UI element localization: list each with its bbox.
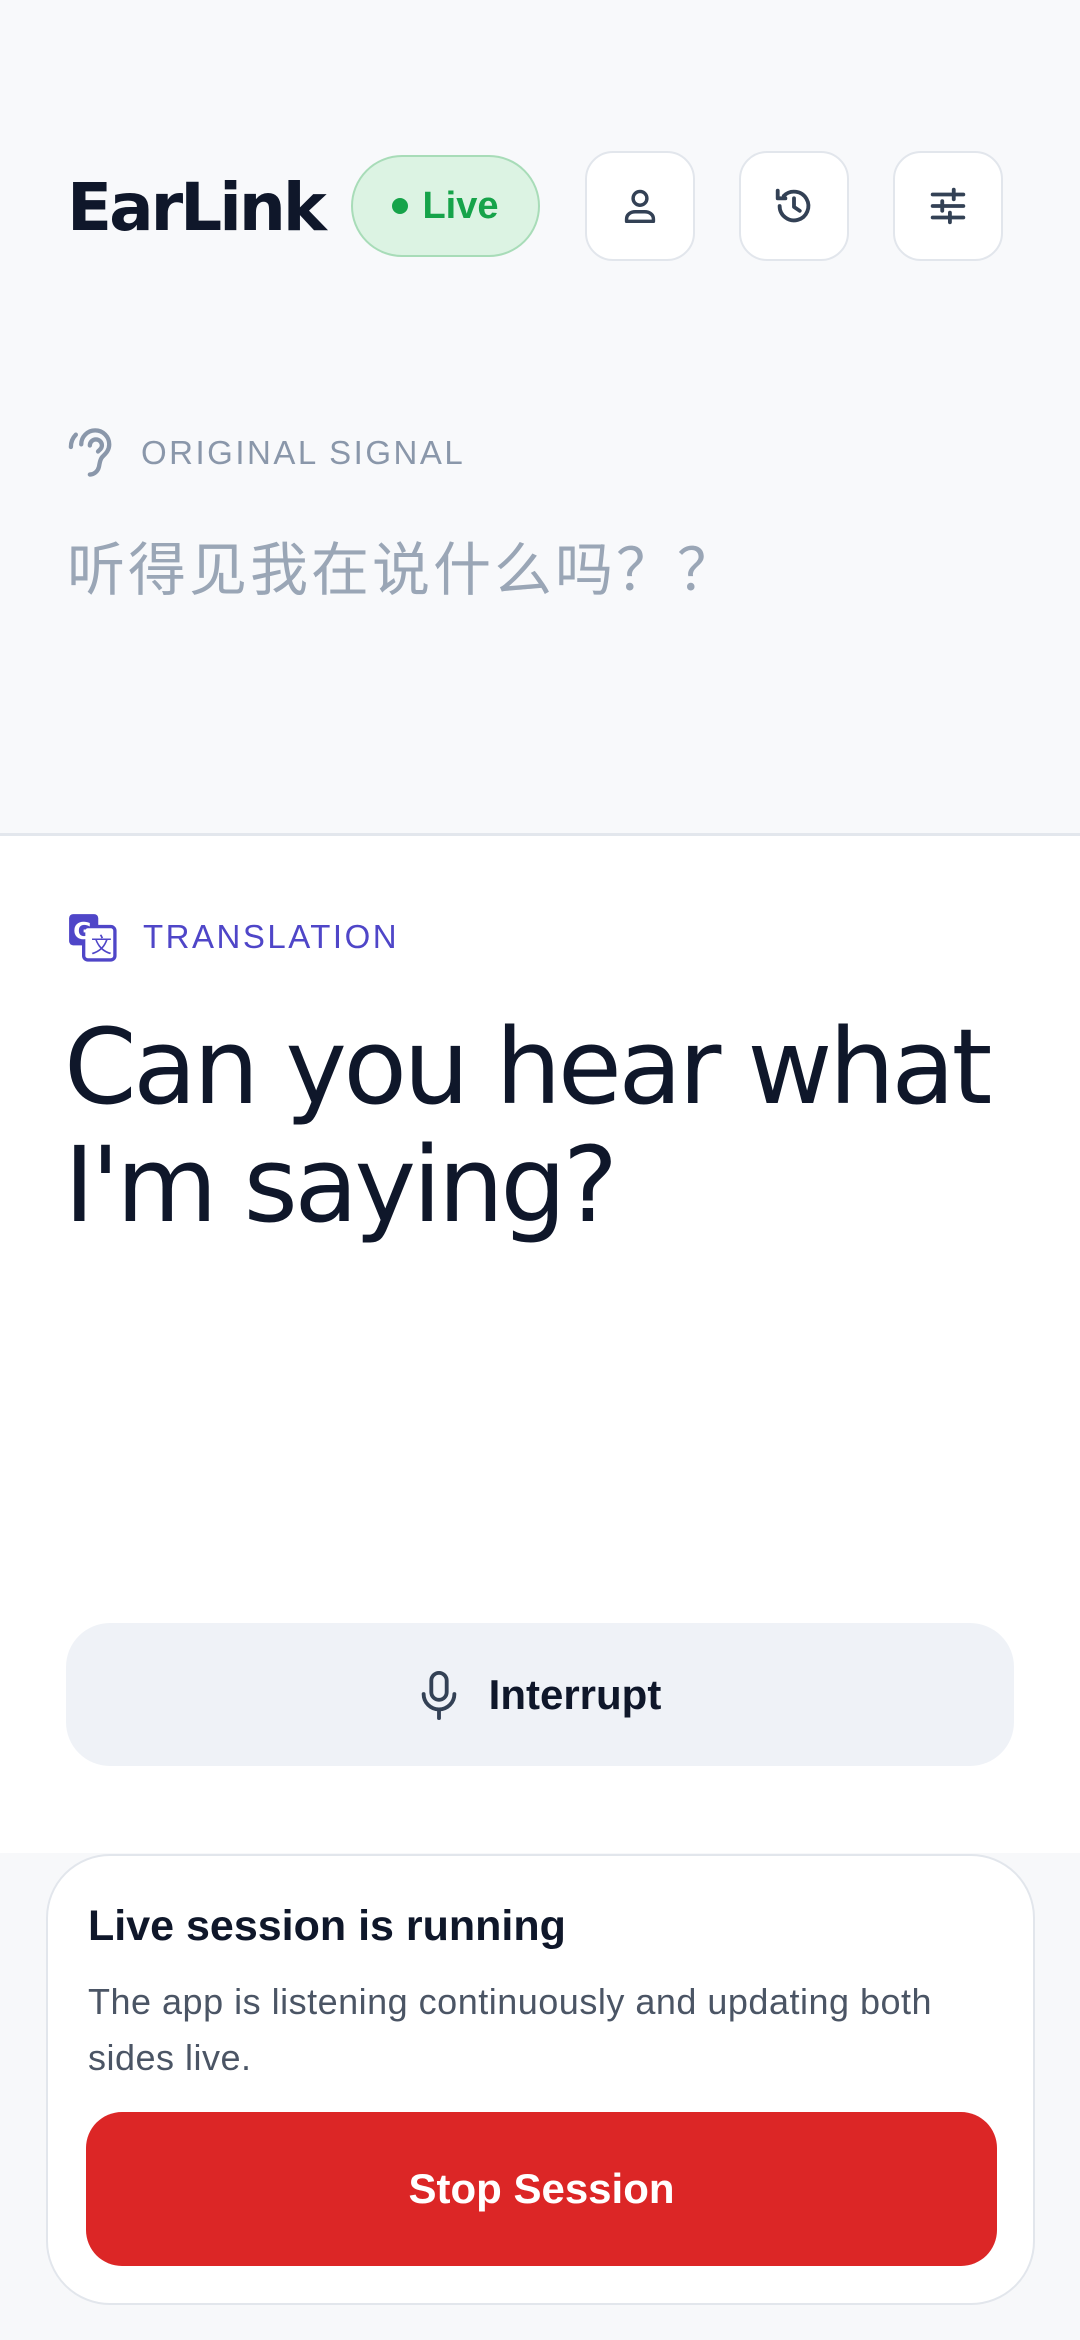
profile-button[interactable] [585,151,695,261]
ear-icon [68,428,112,477]
original-signal-header: ORIGINAL SIGNAL [67,425,465,481]
history-icon [775,188,811,223]
header: EarLink Live ORIGINAL SIGNAL 听得见我在说什么吗？？ [0,0,1080,835]
session-title: Live session is running [88,1902,566,1950]
session-status-card: Live session is running The app is liste… [46,1854,1035,2305]
svg-text:G: G [73,919,92,945]
interrupt-button[interactable]: Interrupt [66,1623,1014,1766]
svg-text:文: 文 [91,934,112,958]
live-status-label: Live [422,184,499,227]
live-status-badge: Live [351,155,540,257]
profile-icon [624,189,656,224]
session-description: The app is listening continuously and up… [88,1981,933,2078]
translation-header: G 文 TRANSLATION [67,909,399,965]
settings-button[interactable] [893,151,1003,261]
translation-label: TRANSLATION [143,918,400,955]
stop-session-label: Stop Session [408,2165,675,2212]
translated-text: Can you hear what I'm saying? [64,1006,992,1246]
history-button[interactable] [739,151,849,261]
original-transcript: 听得见我在说什么吗？？ [67,536,739,604]
translation-panel: G 文 TRANSLATION Can you hear what I'm sa… [0,833,1080,1853]
interrupt-label: Interrupt [488,1670,662,1718]
live-indicator-dot [392,198,409,214]
settings-sliders-icon [930,187,966,225]
microphone-icon [421,1670,456,1720]
stop-session-button[interactable]: Stop Session [86,2112,997,2266]
original-signal-label: ORIGINAL SIGNAL [141,434,466,471]
app-logo: EarLink [67,169,327,246]
translate-icon: G 文 [69,914,117,962]
